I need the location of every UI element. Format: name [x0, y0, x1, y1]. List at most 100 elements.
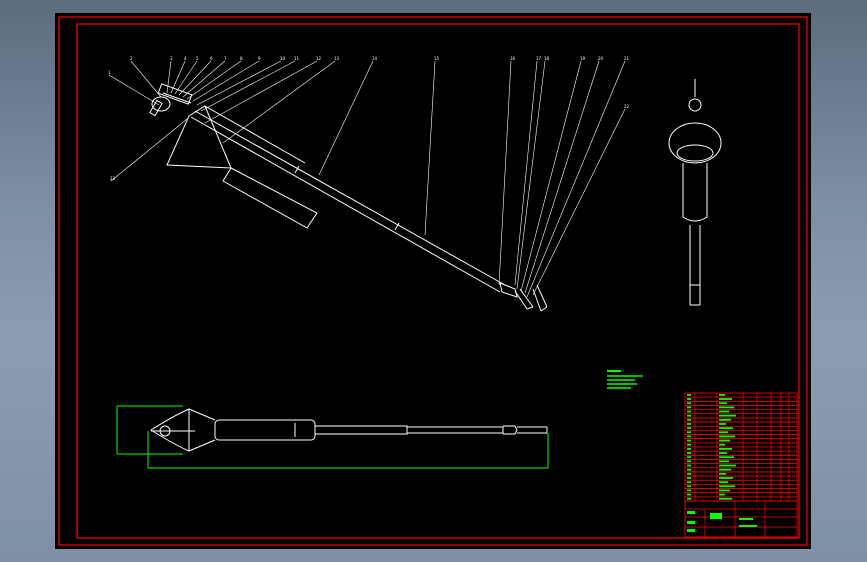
bottom-view-grabber [503, 425, 518, 435]
clamp-line [162, 92, 192, 104]
side-view [668, 79, 722, 306]
side-view-knob [688, 98, 702, 112]
parts-list-cell-mark [719, 435, 735, 438]
parts-list-cell-mark [719, 443, 725, 446]
technical-notes [607, 370, 643, 389]
balloon-label: 19 [580, 56, 586, 61]
parts-list-cell-mark [687, 443, 691, 446]
balloon-label: 21 [624, 56, 630, 61]
parts-list-cell-mark [719, 431, 728, 434]
parts-list-cell-mark [687, 464, 691, 467]
sleeve-body [222, 167, 318, 229]
leader-lines [108, 60, 626, 298]
parts-list-cell-mark [687, 481, 691, 484]
parts-list-cell-mark [719, 472, 726, 475]
parts-list-cell-mark [719, 477, 733, 479]
parts-list-cell-mark [719, 414, 736, 417]
rod-upper-edge [194, 110, 506, 286]
parts-list-cell-mark [687, 485, 691, 488]
parts-list-cell-mark [687, 497, 691, 500]
balloon-label: 14 [372, 56, 378, 61]
drawing-sheet: 1 2 3 4 5 6 7 8 9 10 11 12 13 14 15 16 17 18 19 20 21 22 23 [55, 13, 811, 549]
parts-list-cell-mark [687, 456, 691, 459]
parts-list-cell-mark [719, 418, 731, 421]
grabber-jaw-a [514, 290, 528, 310]
balloon-label: 15 [434, 56, 440, 61]
rod-lower-edge [190, 116, 501, 293]
parts-list-cell-mark [719, 485, 735, 488]
balloon-label: 5 [196, 56, 199, 61]
side-view-funnel-rim [668, 122, 722, 164]
parts-list-cell-mark [719, 439, 730, 442]
balloon-label: 22 [624, 104, 630, 109]
balloon-label: 12 [316, 56, 322, 61]
bottom-view-rod-1 [314, 425, 408, 435]
parts-list-cell-mark [687, 402, 691, 405]
cad-drawing: 12 3 4 5 6 7 8 9 10 11 12 13 14 15 16 17 18 19 20 212223 [58, 16, 808, 546]
balloon-label: 2 [130, 56, 133, 61]
balloon-label: 20 [598, 56, 604, 61]
bottom-view [150, 408, 548, 452]
balloon-label: 11 [294, 56, 300, 61]
parts-list-cell-mark [687, 452, 691, 454]
parts-list-cell-mark [719, 456, 734, 459]
parts-list-cell-mark [719, 497, 732, 500]
parts-list-cell-mark [719, 489, 730, 492]
balloon-label: 16 [510, 56, 516, 61]
balloon-label: 13 [334, 56, 340, 61]
parts-list-cell-mark [687, 435, 691, 438]
parts-list-cell-mark [687, 410, 691, 413]
balloon-label: 4 [184, 56, 187, 61]
grabber-jaw-tip [526, 306, 534, 310]
grabber-head [499, 282, 518, 298]
bottom-view-sleeve [214, 419, 316, 441]
title-block-marks [687, 511, 757, 532]
balloon-label: 3 [170, 56, 173, 61]
parts-list-cell-mark [687, 489, 691, 492]
dimension-lines [116, 405, 549, 469]
parts-list-cell-mark [719, 402, 727, 405]
parts-list-cell-mark [687, 460, 691, 463]
balloon-label: 10 [280, 56, 286, 61]
main-view [149, 83, 548, 312]
parts-list-cell-mark [719, 394, 725, 396]
balloon-label: 8 [240, 56, 243, 61]
balloon-label: 6 [210, 56, 213, 61]
parts-list-cell-mark [687, 477, 691, 479]
parts-list-cell-mark [687, 414, 691, 417]
parts-list [684, 392, 798, 502]
side-view-sleeve [682, 163, 708, 222]
parts-list-cell-mark [719, 423, 726, 425]
parts-list-cell-mark [687, 418, 691, 421]
balloon-label: 7 [224, 56, 227, 61]
parts-list-cell-mark [687, 398, 691, 400]
parts-list-cell-mark [719, 448, 732, 450]
parts-list-cell-mark [719, 452, 727, 454]
balloon-label: 18 [544, 56, 550, 61]
balloon-label: 1 [108, 70, 111, 75]
balloon-label: 9 [258, 56, 261, 61]
parts-list-cell-mark [719, 460, 729, 463]
parts-list-cell-mark [687, 406, 691, 409]
parts-list-cell-mark [687, 427, 691, 430]
parts-list-cell-mark [719, 398, 732, 400]
parts-list-cell-mark [687, 423, 691, 425]
bottom-view-rod-2 [406, 426, 504, 434]
parts-list-cell-mark [719, 481, 728, 484]
parts-list-cell-mark [687, 472, 691, 475]
parts-list-cell-mark [719, 468, 731, 471]
side-view-funnel-inner [676, 144, 714, 162]
parts-list-cell-mark [719, 464, 736, 467]
parts-list-cell-mark [687, 468, 691, 471]
parts-list-cell-mark [719, 410, 729, 413]
balloon-label: 23 [110, 176, 116, 181]
parts-list-cell-mark [719, 427, 733, 430]
balloon-labels: 12 3 4 5 6 7 8 9 10 11 12 13 14 15 16 17 18 19 20 212223 [108, 56, 630, 181]
balloon-label: 17 [536, 56, 542, 61]
grabber-jaw-b [519, 288, 534, 308]
parts-list-cell-mark [687, 448, 691, 450]
grabber-finger-tip [540, 306, 548, 312]
parts-list-cell-mark [687, 394, 691, 396]
parts-list-cell-mark [687, 431, 691, 434]
parts-list-cell-mark [687, 493, 691, 496]
